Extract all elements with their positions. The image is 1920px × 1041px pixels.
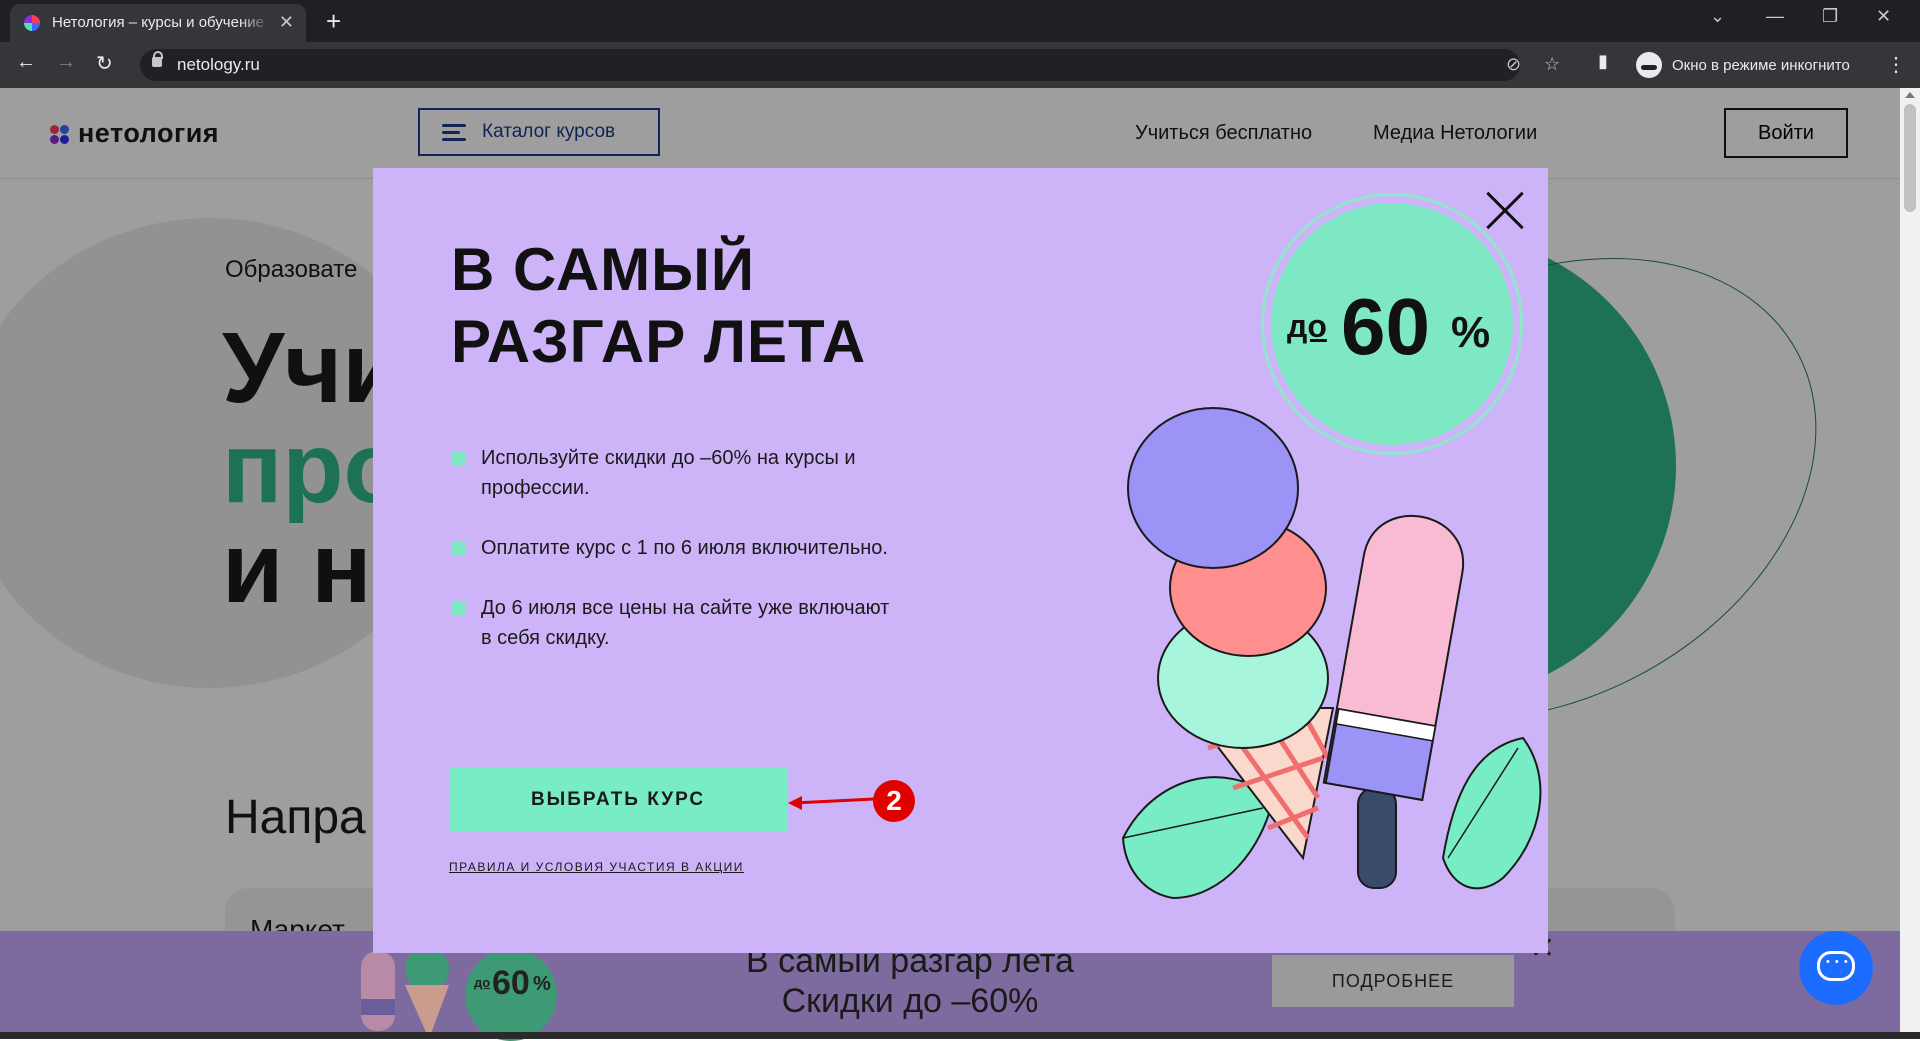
bullet-square-icon — [451, 452, 465, 466]
scroll-up-icon[interactable] — [1905, 92, 1915, 98]
banner-title-line2: Скидки до –60% — [781, 982, 1039, 1020]
modal-title-line1: В САМЫЙ — [451, 236, 756, 303]
bullet-text: До 6 июля все цены на сайте уже включают… — [481, 597, 890, 649]
badge-prefix: до — [1287, 308, 1327, 344]
close-tab-icon[interactable]: ✕ — [279, 12, 294, 33]
netology-favicon-icon — [24, 15, 40, 31]
banner-badge-value: 60 — [492, 964, 530, 1002]
incognito-indicator[interactable]: Окно в режиме инкогнито — [1636, 49, 1850, 81]
tab-title: Нетология – курсы и обучение — [52, 14, 264, 31]
badge-value: 60 — [1341, 282, 1430, 371]
terms-link[interactable]: ПРАВИЛА И УСЛОВИЯ УЧАСТИЯ В АКЦИИ — [449, 860, 744, 874]
url-text: netology.ru — [177, 55, 260, 74]
bullet-text: Используйте скидки до –60% на курсы и пр… — [481, 447, 856, 499]
browser-tab[interactable]: Нетология – курсы и обучение ✕ — [10, 4, 306, 42]
bullet-square-icon — [451, 542, 465, 556]
incognito-label: Окно в режиме инкогнито — [1672, 56, 1850, 74]
banner-badge-suffix: % — [533, 973, 551, 995]
annotation-arrow-icon — [788, 796, 875, 810]
banner-details-button[interactable]: ПОДРОБНЕЕ — [1272, 955, 1514, 1007]
chat-bubble-icon — [1817, 951, 1855, 981]
forward-icon[interactable]: → — [56, 51, 76, 74]
bullet-square-icon — [451, 602, 465, 616]
banner-icecream-icon — [361, 947, 449, 1039]
bullet-text: Оплатите курс с 1 по 6 июля включительно… — [481, 537, 888, 559]
tab-search-chevron-icon[interactable]: ⌄ — [1710, 6, 1725, 27]
chat-button[interactable] — [1799, 931, 1873, 1005]
browser-menu-icon[interactable]: ⋮ — [1886, 52, 1906, 77]
taskbar-edge — [0, 1032, 1920, 1039]
bullet-item: Оплатите курс с 1 по 6 июля включительно… — [451, 533, 901, 563]
restore-icon[interactable]: ❐ — [1822, 6, 1838, 27]
side-panel-icon[interactable]: ▮ — [1598, 51, 1608, 72]
choose-course-button[interactable]: ВЫБРАТЬ КУРС — [449, 768, 787, 832]
new-tab-icon[interactable]: + — [326, 6, 341, 37]
incognito-icon — [1636, 52, 1662, 78]
browser-toolbar: ← → ↻ netology.ru ⊘ ☆ ▮ Окно в режиме ин… — [0, 42, 1920, 88]
modal-close-icon[interactable] — [1483, 188, 1527, 232]
browser-tab-bar: Нетология – курсы и обучение ✕ + ⌄ — ❐ ✕ — [0, 0, 1920, 42]
promo-modal: В САМЫЙ РАЗГАР ЛЕТА Используйте скидки д… — [373, 168, 1548, 953]
banner-title: В самый разгар лета Скидки до –60% — [700, 941, 1120, 1021]
annotation-step-badge: 2 — [873, 780, 915, 822]
bookmark-star-icon[interactable]: ☆ — [1544, 54, 1560, 75]
modal-title: В САМЫЙ РАЗГАР ЛЕТА — [451, 234, 866, 378]
icecream-illustration-icon — [1121, 407, 1542, 900]
eye-off-icon[interactable]: ⊘ — [1506, 54, 1521, 75]
reload-icon[interactable]: ↻ — [96, 51, 113, 76]
badge-suffix: % — [1451, 308, 1491, 357]
bullet-item: Используйте скидки до –60% на курсы и пр… — [451, 443, 901, 503]
back-icon[interactable]: ← — [16, 51, 36, 74]
banner-badge-prefix: до — [474, 975, 491, 990]
lock-icon[interactable] — [152, 51, 163, 67]
address-bar[interactable]: netology.ru ⊘ ☆ — [140, 49, 1560, 81]
bullet-item: До 6 июля все цены на сайте уже включают… — [451, 593, 901, 653]
modal-bullet-list: Используйте скидки до –60% на курсы и пр… — [451, 443, 901, 683]
page-scrollbar[interactable] — [1900, 88, 1920, 1039]
modal-title-line2: РАЗГАР ЛЕТА — [451, 308, 867, 375]
minimize-icon[interactable]: — — [1766, 6, 1784, 27]
close-window-icon[interactable]: ✕ — [1876, 6, 1891, 27]
scrollbar-thumb[interactable] — [1904, 104, 1916, 212]
